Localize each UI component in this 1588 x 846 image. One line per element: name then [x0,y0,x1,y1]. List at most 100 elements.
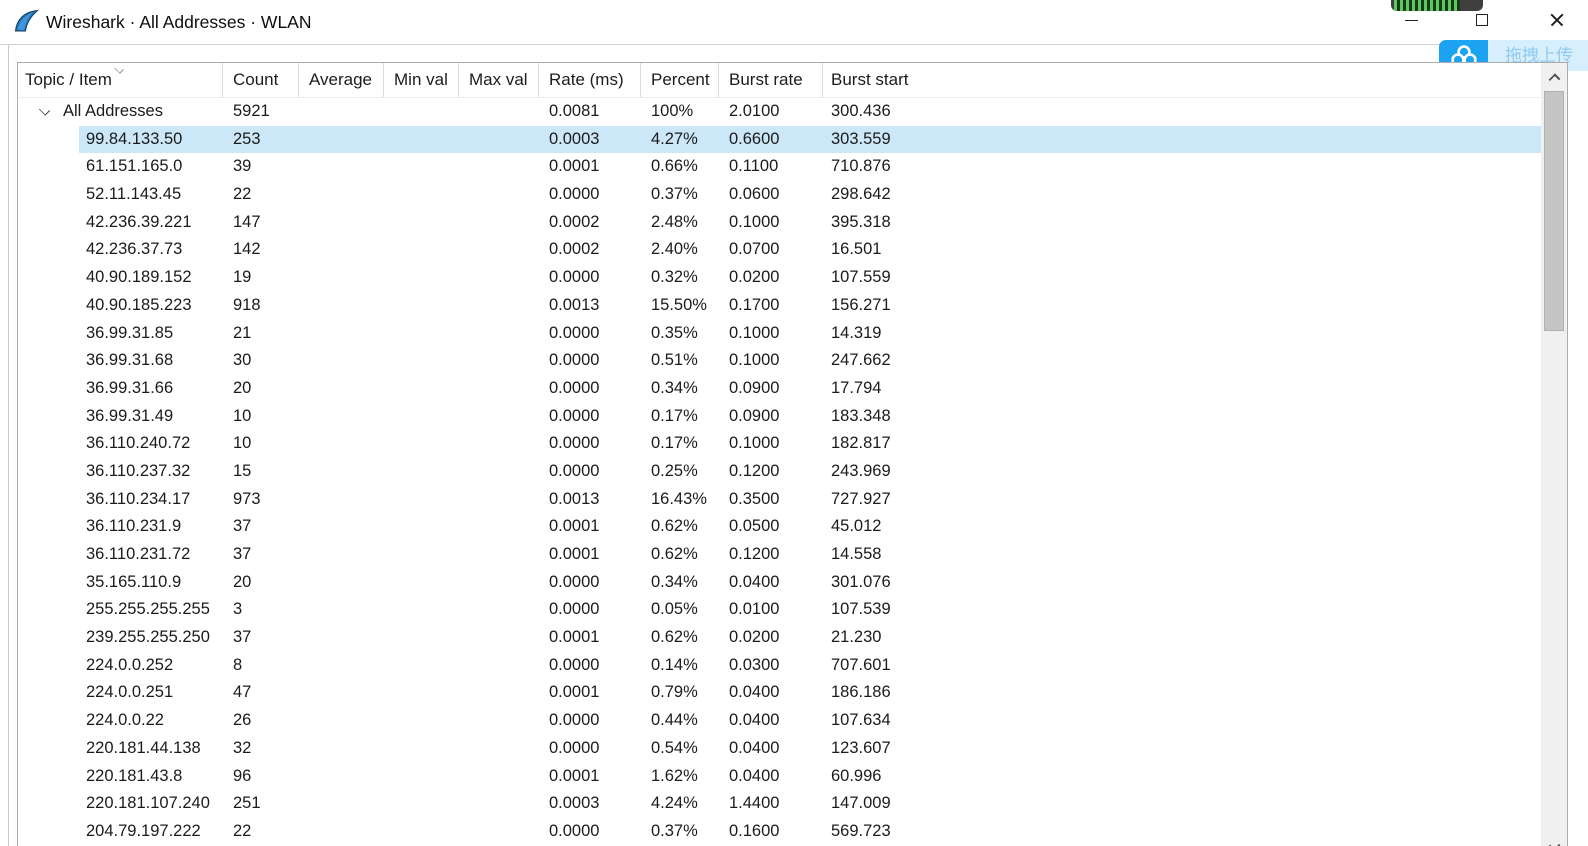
rate-ms-cell: 0.0000 [549,572,600,591]
table-row[interactable]: 36.99.31.66 20 0.0000 0.34% 0.0900 17.794 [18,375,1541,403]
burst-rate-cell: 0.0400 [729,711,780,730]
count-cell: 20 [233,378,252,397]
burst-rate-cell: 0.1000 [729,323,780,342]
min-val-cell [384,430,459,458]
topic-item-cell: 61.151.165.0 [18,153,223,181]
average-cell [299,126,384,154]
max-val-cell [459,292,539,320]
column-header-burst-start[interactable]: Burst start [823,63,1567,97]
average-cell [299,790,384,818]
min-val-cell [384,98,459,126]
table-row[interactable]: 220.181.44.138 32 0.0000 0.54% 0.0400 123.607 [18,735,1541,763]
expand-collapse-icon[interactable] [38,104,51,116]
close-button[interactable] [1534,0,1580,40]
table-row[interactable]: 224.0.0.251 47 0.0001 0.79% 0.0400 186.186 [18,679,1541,707]
table-row[interactable]: 42.236.39.221 147 0.0002 2.48% 0.1000 395.318 [18,209,1541,237]
table-row[interactable]: 35.165.110.9 20 0.0000 0.34% 0.0400 301.076 [18,569,1541,597]
percent-cell: 0.05% [651,600,698,619]
rate-ms-cell: 0.0000 [549,378,600,397]
average-cell [299,652,384,680]
count-cell: 973 [233,489,261,508]
table-row[interactable]: 220.181.107.240 251 0.0003 4.24% 1.4400 147.0… [18,790,1541,818]
table-row[interactable]: All Addresses 5921 0.0081 100% 2.0100 300.436 [18,98,1541,126]
burst-rate-cell: 0.1000 [729,434,780,453]
table-row[interactable]: 40.90.189.152 19 0.0000 0.32% 0.0200 107.559 [18,264,1541,292]
table-row[interactable]: 239.255.255.250 37 0.0001 0.62% 0.0200 21.230 [18,624,1541,652]
column-header-rate-ms-[interactable]: Rate (ms) [539,63,641,97]
min-val-cell [384,181,459,209]
max-val-cell [459,264,539,292]
chevron-up-icon [1548,72,1560,85]
burst-start-cell: 243.969 [831,461,891,480]
max-val-cell [459,790,539,818]
percent-cell: 0.79% [651,683,698,702]
item-label: 220.181.107.240 [86,794,210,813]
max-val-cell [459,458,539,486]
table-row[interactable]: 36.99.31.49 10 0.0000 0.17% 0.0900 183.348 [18,403,1541,431]
table-row[interactable]: 36.110.234.17 973 0.0013 16.43% 0.3500 727.92… [18,486,1541,514]
rate-ms-cell: 0.0001 [549,683,600,702]
item-label: All Addresses [63,102,163,120]
table-row[interactable]: 36.110.237.32 15 0.0000 0.25% 0.1200 243.969 [18,458,1541,486]
column-header-burst-rate[interactable]: Burst rate [719,63,823,97]
max-val-cell [459,596,539,624]
column-header-average[interactable]: Average [299,63,384,97]
count-cell: 251 [233,794,261,813]
table-row[interactable]: 224.0.0.252 8 0.0000 0.14% 0.0300 707.601 [18,652,1541,680]
min-val-cell [384,347,459,375]
column-header-topic-item[interactable]: Topic / Item [18,63,223,97]
table-row[interactable]: 220.181.43.8 96 0.0001 1.62% 0.0400 60.996 [18,763,1541,791]
burst-start-cell: 247.662 [831,351,891,370]
max-val-cell [459,679,539,707]
table-row[interactable]: 204.79.197.222 22 0.0000 0.37% 0.1600 569.723 [18,818,1541,846]
burst-rate-cell: 0.0400 [729,766,780,785]
column-header-percent[interactable]: Percent [641,63,719,97]
item-label: 36.110.231.9 [86,517,182,536]
percent-cell: 1.62% [651,766,698,785]
burst-start-cell: 298.642 [831,185,891,204]
table-row[interactable]: 224.0.0.22 26 0.0000 0.44% 0.0400 107.634 [18,707,1541,735]
topic-item-cell: 204.79.197.222 [18,818,223,846]
max-val-cell [459,209,539,237]
table-row[interactable]: 255.255.255.255 3 0.0000 0.05% 0.0100 107.539 [18,596,1541,624]
topic-item-cell: 220.181.107.240 [18,790,223,818]
table-row[interactable]: 42.236.37.73 142 0.0002 2.40% 0.0700 16.501 [18,236,1541,264]
max-val-cell [459,320,539,348]
table-row[interactable]: 36.99.31.68 30 0.0000 0.51% 0.1000 247.662 [18,347,1541,375]
average-cell [299,375,384,403]
table-row[interactable]: 52.11.143.45 22 0.0000 0.37% 0.0600 298.642 [18,181,1541,209]
average-cell [299,430,384,458]
vertical-scrollbar[interactable] [1541,63,1567,846]
table-row[interactable]: 61.151.165.0 39 0.0001 0.66% 0.1100 710.876 [18,153,1541,181]
table-row[interactable]: 99.84.133.50 253 0.0003 4.27% 0.6600 303.559 [18,125,1541,154]
max-val-cell [459,236,539,264]
table-row[interactable]: 36.99.31.85 21 0.0000 0.35% 0.1000 14.319 [18,320,1541,348]
rate-ms-cell: 0.0001 [549,517,600,536]
table-row[interactable]: 36.110.240.72 10 0.0000 0.17% 0.1000 182.817 [18,430,1541,458]
burst-start-cell: 107.634 [831,711,891,730]
average-cell [299,347,384,375]
average-cell [299,541,384,569]
burst-start-cell: 14.558 [831,545,882,563]
table-row[interactable]: 36.110.231.9 37 0.0001 0.62% 0.0500 45.012 [18,513,1541,541]
item-label: 35.165.110.9 [86,572,182,591]
scroll-up-button[interactable] [1541,63,1567,89]
scroll-down-button[interactable] [1541,832,1567,846]
table-row[interactable]: 36.110.231.72 37 0.0001 0.62% 0.1200 14.558 [18,541,1541,569]
column-header-min-val[interactable]: Min val [384,63,459,97]
item-label: 61.151.165.0 [86,157,183,176]
titlebar-divider [0,44,1588,45]
percent-cell: 2.48% [651,212,698,231]
striped-meter-fragment [1391,0,1483,11]
burst-start-cell: 107.559 [831,268,891,287]
percent-cell: 2.40% [651,240,698,259]
rate-ms-cell: 0.0000 [549,821,600,840]
table-row[interactable]: 40.90.185.223 918 0.0013 15.50% 0.1700 156.27… [18,292,1541,320]
column-header-max-val[interactable]: Max val [459,63,539,97]
scrollbar-thumb[interactable] [1544,91,1564,331]
burst-start-cell: 16.501 [831,240,882,259]
title-bar: Wireshark · All Addresses · WLAN [0,0,1588,44]
rate-ms-cell: 0.0013 [549,295,600,314]
column-header-count[interactable]: Count [223,63,299,97]
burst-rate-cell: 0.0600 [729,185,780,204]
